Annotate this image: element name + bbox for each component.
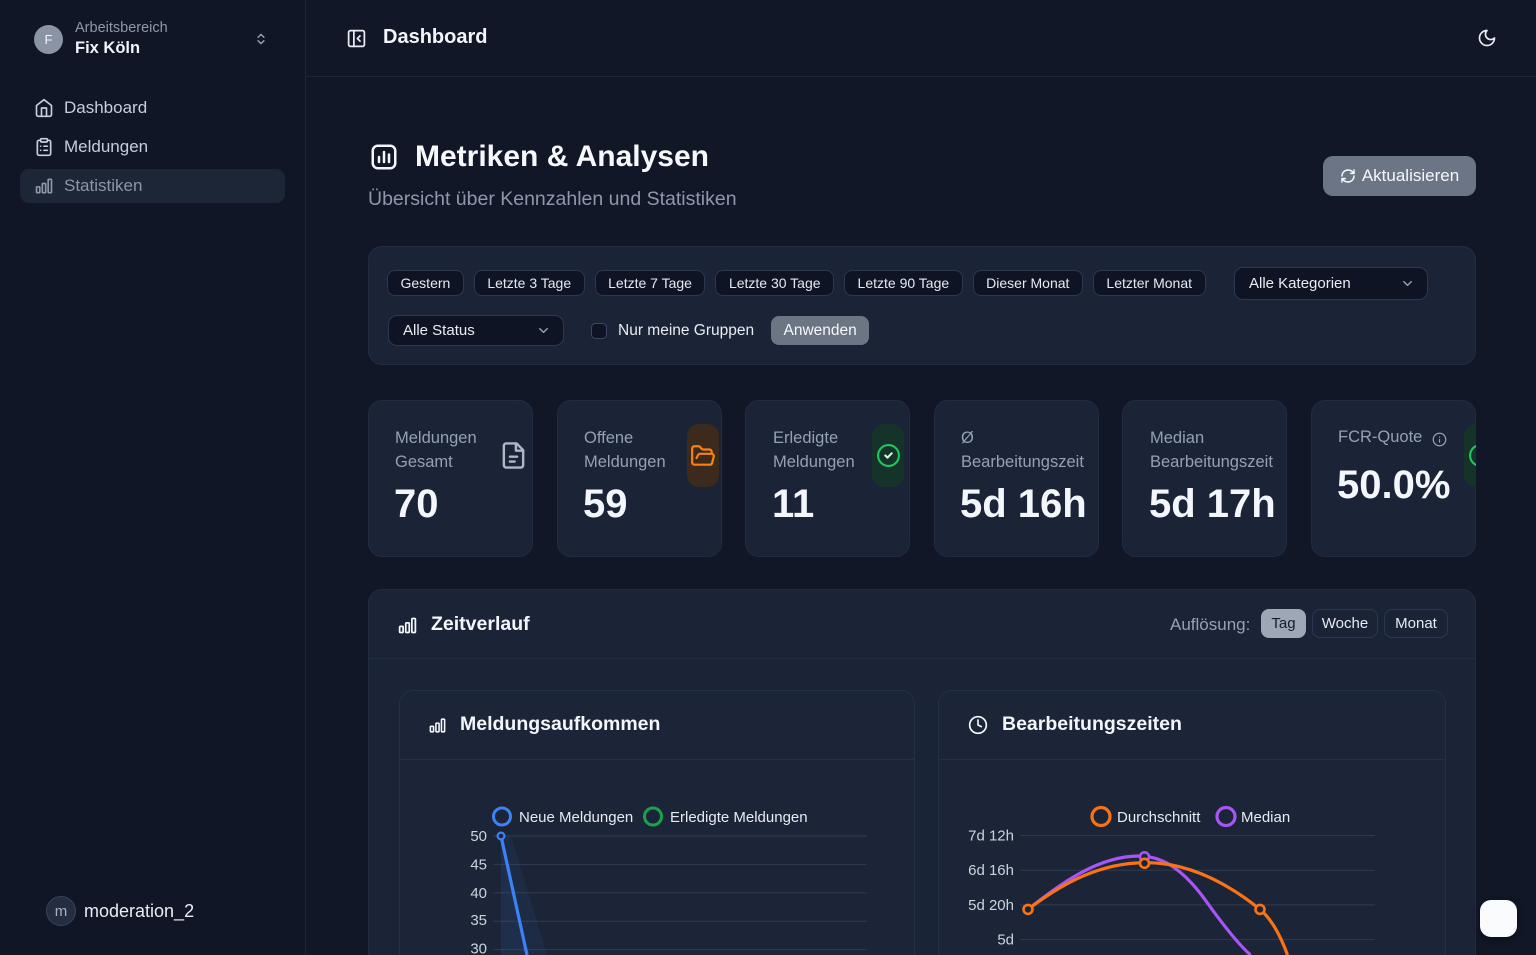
svg-text:7d 12h: 7d 12h [968, 828, 1014, 845]
svg-text:6d 16h: 6d 16h [968, 862, 1014, 879]
svg-text:35: 35 [470, 912, 487, 929]
svg-text:Erledigte Meldungen: Erledigte Meldungen [670, 809, 808, 826]
svg-text:5d: 5d [997, 932, 1014, 949]
svg-text:45: 45 [470, 856, 487, 873]
svg-text:30: 30 [470, 941, 487, 955]
svg-text:Neue Meldungen: Neue Meldungen [519, 809, 633, 826]
svg-text:5d 20h: 5d 20h [968, 897, 1014, 914]
svg-text:40: 40 [470, 885, 487, 902]
svg-text:Median: Median [1241, 809, 1290, 826]
svg-text:Durchschnitt: Durchschnitt [1117, 809, 1201, 826]
svg-text:50: 50 [470, 828, 487, 845]
